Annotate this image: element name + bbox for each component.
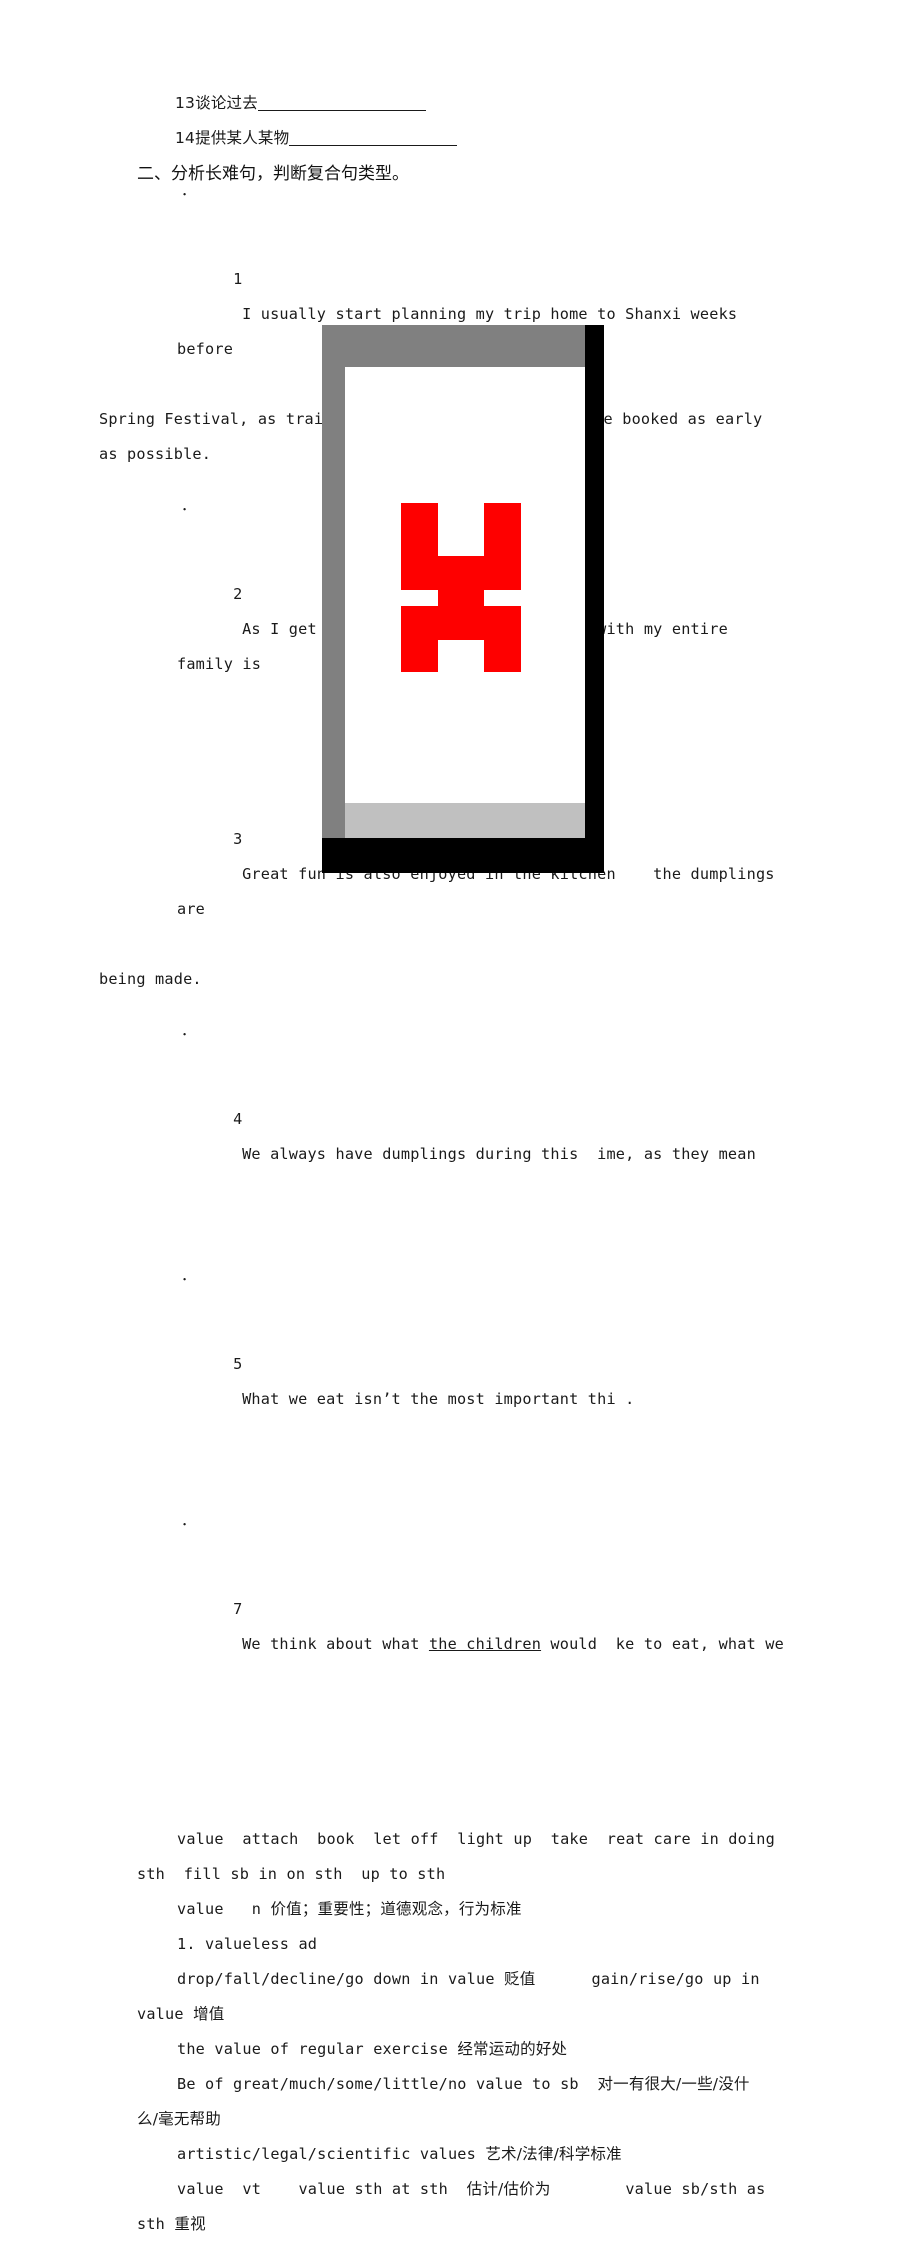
list-item: 14提供某人某物 [137,121,785,156]
answer-blank-13[interactable] [257,92,426,111]
entry-en: Be of great/much/some/little/no value to… [177,2075,598,2093]
vocab-line: value attach book let off light up take … [177,1830,775,1848]
sentence-text: As I get older, coming home and being wi… [177,620,738,673]
sentence-text: Great fun is also enjoyed in the kitchen… [177,865,784,918]
sentence-dot: ． [181,1021,197,1039]
vocab-line-wrap: sth fill sb in on sth up to sth [137,1865,446,1883]
entry-wrap-cn: 增值 [193,2005,225,2023]
entry-right-en: value sb/sth as [625,2180,766,2198]
entry-gap [535,1970,591,1988]
sentence-wrap: as possible. [99,445,212,463]
entry-en: the value of regular exercise [177,2040,458,2058]
list-item-14-number: 14 [175,129,196,147]
entry-regular-exercise: the value of regular exercise 经常运动的好处 [137,2032,785,2067]
sentence-item: ． 5 What we eat isn’t the most important… [137,1268,785,1452]
entry-value-verb-wrap: sth 重视 [137,2207,785,2242]
sentence-text: What we eat isn’t the most important thi… [242,1390,635,1408]
entry-left-cn: 贬值 [504,1970,536,1988]
sentence-dot: ． [181,181,197,199]
entry-left-en: drop/fall/decline/go down in value [177,1970,505,1988]
entry-wrap-en: sth [137,2215,175,2233]
sentence-number: 2 [233,585,243,603]
sentence-wrap: Spring Festival, as train tickets or fli… [99,410,763,428]
section-heading: 二、分析长难句，判断复合句类型。 [137,164,409,184]
list-item: 13谈论过去 [137,86,785,121]
entry-cn: 经常运动的好处 [457,2040,568,2058]
sentence-item: ． 2 As I get older, coming home and bein… [137,498,785,717]
entry-be-of-value: Be of great/much/some/little/no value to… [137,2067,785,2102]
sentence-dot: ． [181,496,197,514]
document-page: 13谈论过去 14提供某人某物 二、分析长难句，判断复合句类型。 ． 1 I u… [0,0,920,2233]
sentence-number: 7 [233,1600,243,1618]
sentence-wrap: being made. [99,970,202,988]
entry-head: value n [177,1900,271,1918]
entry-wrap-cn: 重视 [174,2215,206,2233]
sentence-text: I usually start planning my trip home to… [177,305,747,358]
entry-cn: 估计/估价为 [466,2180,551,2198]
sentence-text: We think about what the children would k… [233,1635,784,1653]
entry-valueless: 1. valueless ad [177,1935,318,1953]
entry-artistic-values: artistic/legal/scientific values 艺术/法律/科… [137,2137,785,2172]
sentence-text: We always have dumplings during this ime… [242,1145,756,1163]
entry-wrap-en: value [137,2005,194,2023]
sentence-item: ． 1 I usually start planning my trip hom… [137,183,785,402]
entry-right-en: gain/rise/go up in [591,1970,760,1988]
sentence-number: 1 [233,270,243,288]
sentence-number: 4 [233,1110,243,1128]
entry-head: value vt value sth at sth [177,2180,467,2198]
list-item-14-label: 提供某人某物 [195,129,290,147]
answer-blank-14[interactable] [289,127,458,146]
entry-en: artistic/legal/scientific values [177,2145,486,2163]
sentence-number: 3 [233,830,243,848]
document-content: 13谈论过去 14提供某人某物 二、分析长难句，判断复合句类型。 ． 1 I u… [99,86,785,2242]
sentence-item: ． 7 We think about what the children wou… [137,1513,785,1697]
list-item-13-label: 谈论过去 [195,94,258,112]
sentence-number: 5 [233,1355,243,1373]
entry-cn: 艺术/法律/科学标准 [485,2145,622,2163]
entry-gap [551,2180,626,2198]
entry-drop-gain: drop/fall/decline/go down in value 贬值 ga… [137,1962,785,1997]
entry-drop-gain-wrap: value 增值 [137,1997,785,2032]
entry-gloss: 价值；重要性；道德观念，行为标准 [270,1900,522,1918]
sentence-dot: ． [181,1266,197,1284]
sentence-dot: ． [181,1511,197,1529]
list-item-13-number: 13 [175,94,196,112]
sentence-item: 3 Great fun is also enjoyed in the kitch… [137,752,785,962]
entry-value-noun: value n 价值；重要性；道德观念，行为标准 [137,1892,785,1927]
entry-cn: 对一有很大/一些/没什 [597,2075,750,2093]
entry-value-verb: value vt value sth at sth 估计/估价为 value s… [137,2172,785,2207]
sentence-prefix: We think about what [242,1635,429,1653]
sentence-suffix: would ke to eat, what we [541,1635,784,1653]
underlined-phrase: the children [428,1635,542,1653]
entry-be-of-value-wrap: 么/毫无帮助 [137,2110,221,2128]
sentence-item: ． 4 We always have dumplings during this… [137,1023,785,1207]
